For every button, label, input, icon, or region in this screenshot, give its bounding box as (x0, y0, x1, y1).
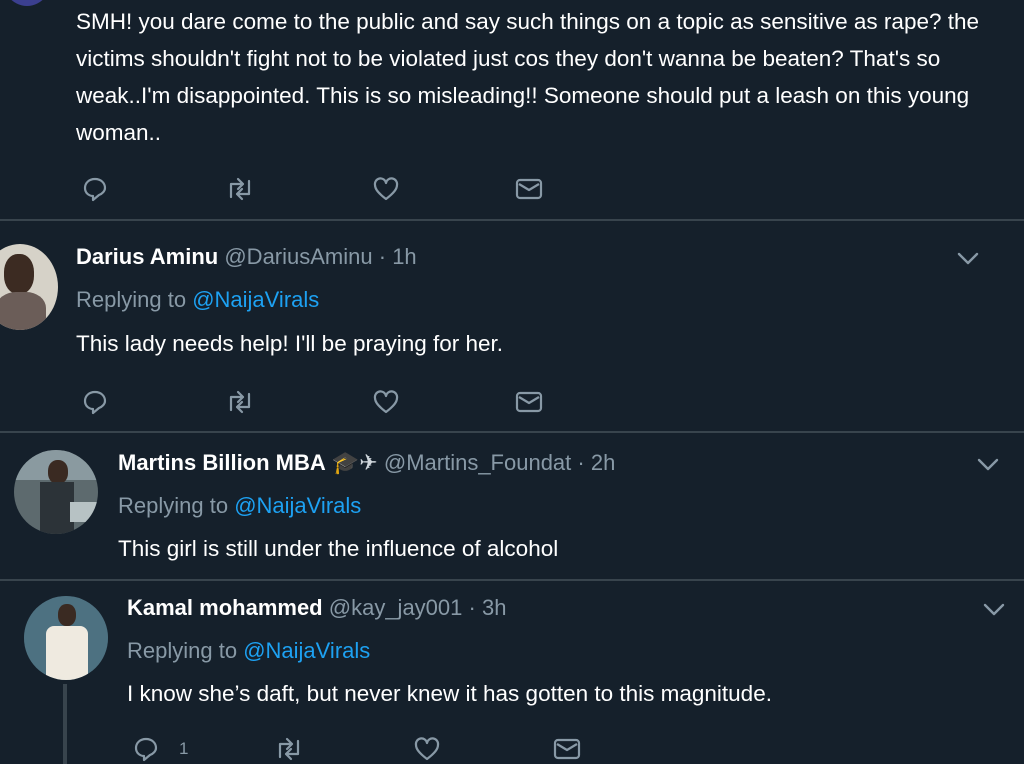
replying-prefix: Replying to (118, 493, 235, 518)
avatar[interactable] (0, 244, 58, 330)
reply-button[interactable] (133, 736, 159, 762)
reply-icon (83, 390, 107, 415)
tweet-header: Darius Aminu @DariusAminu · 1h (76, 243, 417, 271)
divider (0, 579, 1024, 581)
divider (0, 431, 1024, 433)
replying-to: Replying to @NaijaVirals (127, 637, 370, 665)
tweet-text: This girl is still under the influence o… (118, 536, 559, 561)
reply-button[interactable] (82, 176, 108, 202)
tweet-header: Martins Billion MBA 🎓✈ @Martins_Foundat … (118, 449, 615, 477)
like-icon (373, 177, 399, 201)
avatar[interactable] (14, 450, 98, 534)
display-name[interactable]: Kamal mohammed (127, 595, 323, 620)
retweet-button[interactable] (274, 736, 304, 762)
chevron-down-icon[interactable] (957, 252, 979, 266)
display-name[interactable]: Martins Billion MBA (118, 450, 326, 475)
retweet-button[interactable] (225, 389, 255, 415)
separator: · (378, 244, 387, 269)
mention-link[interactable]: @NaijaVirals (192, 287, 319, 312)
replying-prefix: Replying to (76, 287, 193, 312)
retweet-icon (229, 390, 251, 414)
divider (0, 219, 1024, 221)
avatar[interactable] (0, 0, 54, 6)
dm-icon (515, 391, 543, 413)
reply-icon (134, 737, 158, 762)
like-button[interactable] (372, 389, 400, 415)
timestamp[interactable]: 3h (482, 595, 506, 620)
replying-prefix: Replying to (127, 638, 244, 663)
username[interactable]: @kay_jay001 (329, 595, 463, 620)
tweet-header: Kamal mohammed @kay_jay001 · 3h (127, 594, 506, 622)
like-button[interactable] (372, 176, 400, 202)
retweet-icon (229, 177, 251, 201)
reply-icon (83, 177, 107, 202)
replying-to: Replying to @NaijaVirals (76, 286, 319, 314)
tweet-text: I know she’s daft, but never knew it has… (127, 681, 772, 706)
avatar[interactable] (24, 596, 108, 680)
thread-line (63, 684, 67, 764)
replying-to: Replying to @NaijaVirals (118, 492, 361, 520)
retweet-button[interactable] (225, 176, 255, 202)
like-button[interactable] (413, 736, 441, 762)
tweet-text: SMH! you dare come to the public and say… (76, 9, 980, 145)
reply-count: 1 (179, 739, 189, 758)
name-emoji: 🎓✈ (331, 450, 378, 475)
timeline: SMH! you dare come to the public and say… (0, 0, 1024, 764)
chevron-down-icon[interactable] (983, 603, 1005, 617)
like-icon (373, 390, 399, 414)
username[interactable]: @Martins_Foundat (384, 450, 571, 475)
dm-button[interactable] (515, 389, 543, 415)
like-icon (414, 737, 440, 761)
dm-icon (515, 178, 543, 200)
retweet-icon (278, 737, 300, 761)
reply-button[interactable] (82, 389, 108, 415)
timestamp[interactable]: 1h (392, 244, 416, 269)
separator: · (468, 595, 476, 620)
tweet-text: This lady needs help! I'll be praying fo… (76, 331, 504, 356)
mention-link[interactable]: @NaijaVirals (243, 638, 370, 663)
username[interactable]: @DariusAminu (224, 244, 372, 269)
chevron-down-icon[interactable] (977, 458, 999, 472)
separator: · (577, 450, 585, 475)
display-name[interactable]: Darius Aminu (76, 244, 218, 269)
dm-button[interactable] (515, 176, 543, 202)
dm-button[interactable] (553, 736, 581, 762)
timestamp[interactable]: 2h (591, 450, 615, 475)
mention-link[interactable]: @NaijaVirals (234, 493, 361, 518)
dm-icon (553, 738, 581, 760)
